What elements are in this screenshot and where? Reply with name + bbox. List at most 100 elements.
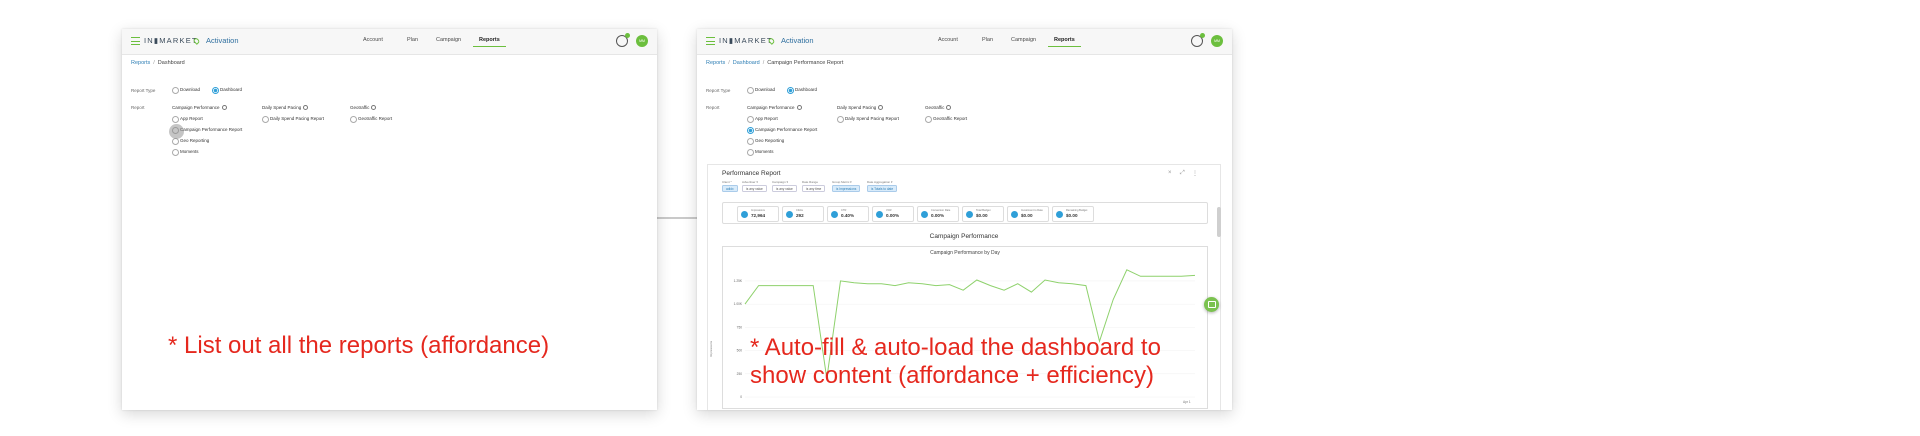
chat-button[interactable]: [1204, 297, 1219, 312]
group-title: Campaign Performance: [747, 105, 795, 110]
group-geotraffic: Geotraffic: [925, 105, 952, 110]
radio-app-report[interactable]: App Report: [747, 116, 778, 123]
group-title: Campaign Performance: [172, 105, 220, 110]
radio-dashboard[interactable]: Dashboard: [212, 87, 242, 94]
info-icon[interactable]: [878, 105, 884, 110]
radio-download[interactable]: Download: [747, 87, 775, 94]
radio-geo-reporting[interactable]: Geo Reporting: [747, 138, 784, 145]
radio-daily-spend-pacing-report[interactable]: Daily Spend Pacing Report: [262, 116, 324, 123]
filter-label: Advertiser ▾: [742, 180, 758, 184]
nav-reports[interactable]: Reports: [1048, 37, 1081, 47]
breadcrumb-reports[interactable]: Reports: [706, 60, 725, 66]
filter-value[interactable]: is any value: [772, 185, 797, 192]
kpi-label: CTR: [841, 209, 847, 212]
kpi-label: Investment to Date: [1021, 209, 1043, 212]
hamburger-menu-icon[interactable]: [131, 37, 140, 45]
nav-reports[interactable]: Reports: [473, 37, 506, 47]
filter-advertiser[interactable]: Advertiser ▾ is any value: [742, 180, 767, 192]
filter-campaign[interactable]: Campaign ▾ is any value: [772, 180, 797, 192]
annotation-list-reports: * List out all the reports (affordance): [168, 332, 550, 359]
info-icon[interactable]: [221, 105, 227, 110]
filter-value[interactable]: is Totals to date: [867, 185, 898, 192]
nav-account[interactable]: Account: [363, 37, 383, 43]
check-icon: [876, 211, 883, 218]
group-title: Geotraffic: [925, 105, 945, 110]
kpi-label: Conversion Rate: [931, 209, 951, 212]
kpi-value: $0.00: [1066, 213, 1078, 218]
top-nav-bar: IN▮MARKET Activation Account Plan Campai…: [697, 29, 1232, 55]
y-tick-label: 1.25K: [734, 279, 743, 283]
breadcrumb-dashboard[interactable]: Dashboard: [733, 60, 760, 66]
radio-dashboard[interactable]: Dashboard: [787, 87, 817, 94]
notification-icon[interactable]: [616, 33, 630, 47]
filter-label: Date Aggregation ▾: [867, 180, 893, 184]
y-tick-label: 250: [737, 372, 743, 376]
kpi-total-budget: Total Budget $0.00: [962, 206, 1004, 222]
brand-logo[interactable]: IN▮MARKET: [719, 36, 773, 45]
kpi-value: 292: [796, 213, 804, 218]
kpi-value: 0.00%: [931, 213, 945, 218]
group-daily-spend-pacing: Daily Spend Pacing: [837, 105, 884, 110]
more-options-icon[interactable]: ⋮: [1192, 170, 1198, 177]
product-name: Activation: [206, 36, 239, 45]
group-title: Geotraffic: [350, 105, 370, 110]
panel-title: Performance Report: [722, 170, 781, 177]
brand-logo[interactable]: IN▮MARKET: [144, 36, 198, 45]
filter-value[interactable]: adidx: [722, 185, 738, 192]
radio-campaign-performance-report[interactable]: Campaign Performance Report: [747, 127, 817, 134]
panel-scrollbar[interactable]: [1217, 207, 1221, 237]
check-icon: [921, 211, 928, 218]
kpi-value: 72,964: [751, 213, 766, 218]
annotation-line-1: * Auto-fill & auto-load the dashboard to: [750, 334, 1161, 361]
kpi-value: $0.00: [1021, 213, 1033, 218]
radio-moments[interactable]: Moments: [747, 149, 774, 156]
info-icon[interactable]: [796, 105, 802, 110]
nav-campaign[interactable]: Campaign: [436, 37, 461, 43]
radio-moments[interactable]: Moments: [172, 149, 199, 156]
hamburger-menu-icon[interactable]: [706, 37, 715, 45]
kpi-investment-to-date: Investment to Date $0.00: [1007, 206, 1049, 222]
filter-group-metric[interactable]: Group Metric ▾ is Impressions: [832, 180, 861, 192]
info-icon[interactable]: [371, 105, 377, 110]
filter-value[interactable]: is any time: [802, 185, 826, 192]
filter-value[interactable]: is any value: [742, 185, 767, 192]
annotation-line-2: show content (affordance + efficiency): [750, 362, 1155, 389]
user-avatar[interactable]: MM: [636, 35, 648, 47]
stage: IN▮MARKET Activation Account Plan Campai…: [0, 0, 1920, 436]
annotation-auto-fill: * Auto-fill & auto-load the dashboard to…: [750, 334, 1161, 390]
kpi-remaining-budget: Remaining Budget $0.00: [1052, 206, 1094, 222]
check-icon: [741, 211, 748, 218]
nav-plan[interactable]: Plan: [982, 37, 993, 43]
user-avatar[interactable]: MM: [1211, 35, 1223, 47]
kpi-value: 0.40%: [841, 213, 855, 218]
filter-client[interactable]: Client * adidx: [722, 180, 738, 192]
y-tick-label: 1.00K: [734, 302, 743, 306]
nav-plan[interactable]: Plan: [407, 37, 418, 43]
kpi-label: VCR: [886, 209, 892, 212]
y-tick-label: 0: [740, 395, 742, 399]
breadcrumb-current: Campaign Performance Report: [767, 60, 844, 66]
radio-daily-spend-pacing-report[interactable]: Daily Spend Pacing Report: [837, 116, 899, 123]
check-icon: [831, 211, 838, 218]
tap-indicator-icon: [169, 124, 184, 139]
filter-date-range[interactable]: Date Range is any time: [802, 180, 826, 192]
radio-geotraffic-report[interactable]: Geotraffic Report: [925, 116, 967, 123]
group-campaign-performance: Campaign Performance: [172, 105, 227, 110]
expand-icon[interactable]: ⤢: [1180, 170, 1185, 177]
y-tick-label: 500: [737, 349, 743, 353]
check-icon: [786, 211, 793, 218]
radio-app-report[interactable]: App Report: [172, 116, 203, 123]
info-icon[interactable]: [303, 105, 309, 110]
filter-value[interactable]: is Impressions: [832, 185, 861, 192]
nav-account[interactable]: Account: [938, 37, 958, 43]
radio-download[interactable]: Download: [172, 87, 200, 94]
notification-icon[interactable]: [1191, 33, 1205, 47]
radio-geotraffic-report[interactable]: Geotraffic Report: [350, 116, 392, 123]
info-icon[interactable]: [946, 105, 952, 110]
filter-date-aggregation[interactable]: Date Aggregation ▾ is Totals to date: [867, 180, 898, 192]
report-label: Report: [706, 105, 720, 110]
close-icon[interactable]: ×: [1168, 170, 1172, 176]
filter-label: Group Metric ▾: [832, 180, 852, 184]
breadcrumb-reports[interactable]: Reports: [131, 60, 150, 66]
nav-campaign[interactable]: Campaign: [1011, 37, 1036, 43]
